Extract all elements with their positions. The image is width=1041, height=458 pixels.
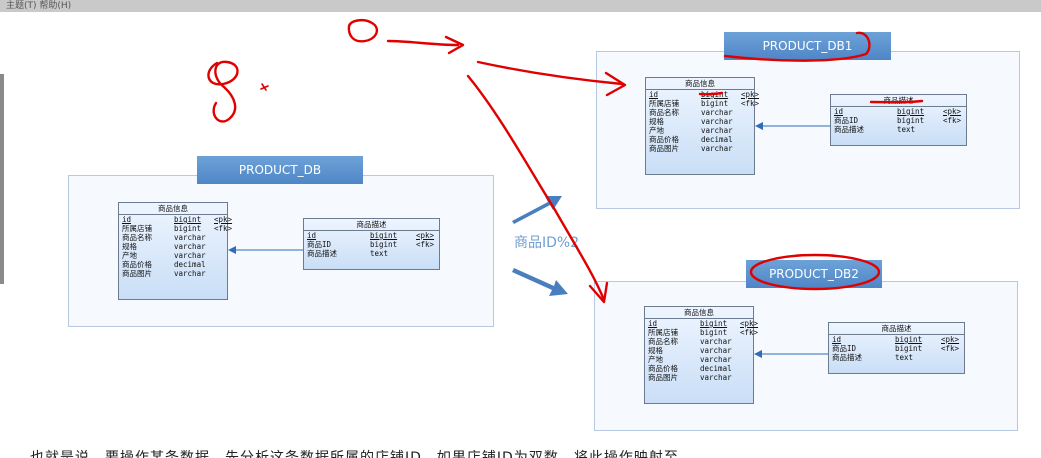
annotation-layer — [207, 18, 924, 358]
routing-arrows — [512, 196, 568, 296]
hand-drawn-annotations — [207, 18, 924, 304]
caption-text: 也就是说，要操作某条数据，先分析这条数据所属的店铺ID，如果店铺ID为双数，将此… — [30, 450, 679, 458]
relationship-connectors — [228, 122, 830, 358]
